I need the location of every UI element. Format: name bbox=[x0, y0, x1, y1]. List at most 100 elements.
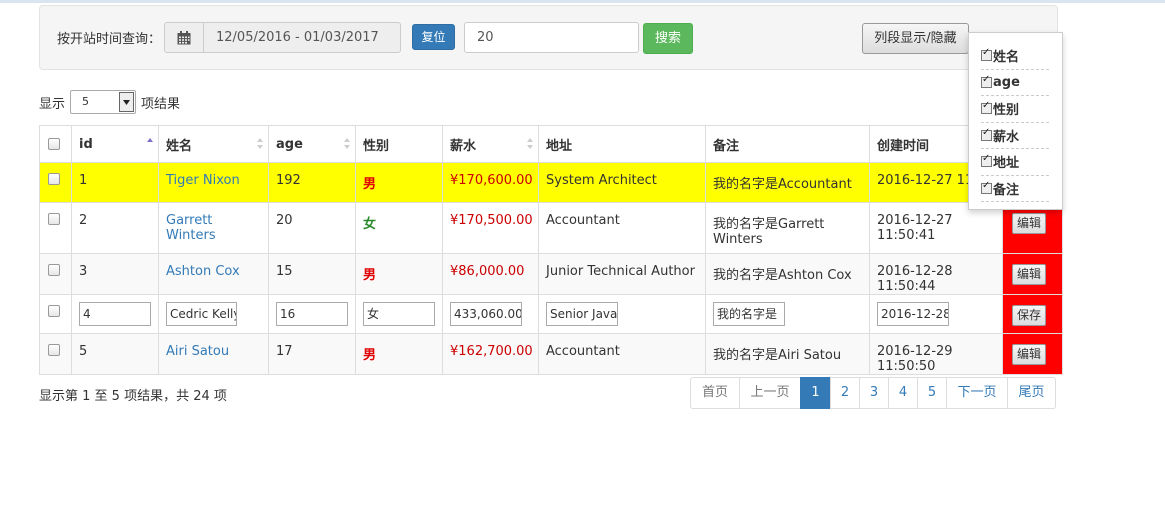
date-range-value[interactable]: 12/05/2016 - 01/03/2017 bbox=[204, 23, 400, 52]
column-toggle-label: 地址 bbox=[993, 156, 1020, 172]
cell-note: 我的名字是 bbox=[705, 294, 870, 334]
checkbox-checked-icon[interactable] bbox=[981, 153, 992, 168]
column-toggle-item[interactable]: 姓名 bbox=[981, 43, 1049, 70]
page-last[interactable]: 尾页 bbox=[1007, 377, 1056, 409]
cell-created: 2016-12-28 11:50:44 bbox=[869, 253, 1003, 295]
age-input[interactable]: 16 bbox=[276, 302, 348, 326]
name-link[interactable]: Airi Satou bbox=[166, 344, 229, 359]
cell-salary: 433,060.00 bbox=[442, 294, 539, 334]
column-header-note[interactable]: 备注 bbox=[705, 125, 870, 163]
column-toggle-item[interactable]: 地址 bbox=[981, 149, 1049, 176]
column-header-salary[interactable]: 薪水 bbox=[442, 125, 539, 163]
sort-icon[interactable] bbox=[257, 138, 263, 150]
cell-sex: 女 bbox=[355, 294, 443, 334]
cell-note: 我的名字是Accountant bbox=[705, 162, 870, 203]
calendar-icon[interactable] bbox=[165, 23, 204, 52]
column-header-sex[interactable]: 性别 bbox=[355, 125, 443, 163]
column-toggle-item[interactable]: 薪水 bbox=[981, 123, 1049, 149]
row-checkbox[interactable] bbox=[48, 264, 60, 276]
column-header-id[interactable]: id bbox=[71, 125, 159, 163]
column-toggle-label: 性别 bbox=[993, 103, 1020, 119]
column-header-label: 薪水 bbox=[450, 138, 477, 154]
salary-input[interactable]: 433,060.00 bbox=[450, 302, 522, 326]
cell-name: Airi Satou bbox=[158, 333, 269, 375]
sort-icon[interactable] bbox=[344, 138, 350, 150]
date-range-picker[interactable]: 12/05/2016 - 01/03/2017 bbox=[164, 22, 401, 53]
column-header-age[interactable]: age bbox=[268, 125, 356, 163]
column-toggle-label: 薪水 bbox=[993, 129, 1020, 145]
checkbox-checked-icon[interactable] bbox=[981, 47, 992, 62]
sex-value: 男 bbox=[363, 348, 377, 363]
cell-age: 20 bbox=[268, 202, 356, 254]
page-3[interactable]: 3 bbox=[859, 377, 889, 409]
cell-note: 我的名字是Airi Satou bbox=[705, 333, 870, 375]
table-row[interactable]: 5 Airi Satou 17 男 ¥162,700.00 Accountant… bbox=[39, 333, 1063, 375]
page-4[interactable]: 4 bbox=[888, 377, 918, 409]
column-toggle-button[interactable]: 列段显示/隐藏 bbox=[862, 23, 969, 54]
cell-sex: 男 bbox=[355, 253, 443, 295]
page-length-control: 显示 5 项结果 bbox=[39, 89, 180, 115]
row-checkbox[interactable] bbox=[48, 344, 60, 356]
cell-name: Garrett Winters bbox=[158, 202, 269, 254]
name-link[interactable]: Garrett Winters bbox=[166, 213, 216, 243]
edit-button[interactable]: 编辑 bbox=[1012, 213, 1047, 234]
cell-sex: 男 bbox=[355, 162, 443, 203]
page-1[interactable]: 1 bbox=[800, 377, 831, 409]
page-next[interactable]: 下一页 bbox=[946, 377, 1008, 409]
sex-input[interactable]: 女 bbox=[363, 302, 435, 326]
salary-value: ¥86,000.00 bbox=[450, 264, 525, 279]
sort-icon[interactable] bbox=[527, 138, 533, 150]
address-input[interactable]: Senior Java bbox=[546, 302, 618, 326]
column-header-address[interactable]: 地址 bbox=[538, 125, 706, 163]
column-toggle-item[interactable]: 性别 bbox=[981, 96, 1049, 123]
checkbox-checked-icon[interactable] bbox=[981, 100, 992, 115]
salary-value: ¥170,600.00 bbox=[450, 173, 533, 188]
checkbox-checked-icon[interactable] bbox=[981, 180, 992, 194]
page-prev[interactable]: 上一页 bbox=[739, 377, 801, 409]
page-length-select[interactable]: 5 bbox=[70, 90, 137, 114]
row-checkbox[interactable] bbox=[48, 305, 60, 317]
row-checkbox[interactable] bbox=[48, 173, 60, 185]
table-row-editing[interactable]: 4 Cedric Kelly 16 女 433,060.00 Senior Ja… bbox=[39, 294, 1063, 334]
column-toggle-label: 备注 bbox=[993, 182, 1020, 198]
data-table: id 姓名 age 性别 薪水 地址 备注 创建时间 1 Tiger Nixon… bbox=[39, 125, 1063, 375]
name-link[interactable]: Tiger Nixon bbox=[166, 173, 240, 188]
chevron-down-icon[interactable] bbox=[119, 92, 135, 112]
save-button[interactable]: 保存 bbox=[1012, 305, 1047, 326]
column-header-name[interactable]: 姓名 bbox=[158, 125, 269, 163]
column-toggle-item[interactable]: 备注 bbox=[981, 176, 1049, 202]
name-link[interactable]: Ashton Cox bbox=[166, 264, 240, 279]
column-toggle-item[interactable]: age bbox=[981, 70, 1049, 96]
cell-action: 编辑 bbox=[1002, 333, 1063, 375]
note-input[interactable]: 我的名字是 bbox=[713, 302, 785, 326]
filter-bar: 按开站时间查询： 12/05/2016 - 01/03/2017 复位 20 搜… bbox=[39, 5, 1058, 70]
name-input[interactable]: Cedric Kelly bbox=[166, 302, 237, 326]
cell-id: 5 bbox=[71, 333, 159, 375]
table-row[interactable]: 2 Garrett Winters 20 女 ¥170,500.00 Accou… bbox=[39, 202, 1063, 254]
cell-action: 保存 bbox=[1002, 294, 1063, 334]
search-button[interactable]: 搜索 bbox=[643, 23, 693, 54]
sex-value: 男 bbox=[363, 268, 377, 283]
created-input[interactable]: 2016-12-28 bbox=[877, 302, 949, 326]
column-header-label: 性别 bbox=[363, 138, 390, 154]
cell-address: Accountant bbox=[538, 333, 706, 375]
table-row[interactable]: 1 Tiger Nixon 192 男 ¥170,600.00 System A… bbox=[39, 162, 1063, 203]
table-row[interactable]: 3 Ashton Cox 15 男 ¥86,000.00 Junior Tech… bbox=[39, 253, 1063, 295]
sort-asc-icon[interactable] bbox=[147, 138, 153, 150]
reset-button[interactable]: 复位 bbox=[412, 24, 455, 50]
edit-button[interactable]: 编辑 bbox=[1012, 264, 1047, 285]
page-first[interactable]: 首页 bbox=[690, 377, 740, 409]
row-checkbox[interactable] bbox=[48, 213, 60, 225]
id-input[interactable]: 4 bbox=[79, 302, 151, 326]
checkbox-checked-icon[interactable] bbox=[981, 74, 992, 88]
page-2[interactable]: 2 bbox=[830, 377, 860, 409]
row-select-cell bbox=[39, 294, 72, 334]
edit-button[interactable]: 编辑 bbox=[1012, 344, 1047, 365]
select-all-checkbox[interactable] bbox=[48, 137, 60, 150]
search-input[interactable]: 20 bbox=[464, 22, 639, 53]
cell-age: 192 bbox=[268, 162, 356, 203]
cell-created: 2016-12-29 11:50:50 bbox=[869, 333, 1003, 375]
date-filter-label: 按开站时间查询： bbox=[57, 32, 162, 47]
checkbox-checked-icon[interactable] bbox=[981, 127, 992, 141]
page-5[interactable]: 5 bbox=[917, 377, 947, 409]
